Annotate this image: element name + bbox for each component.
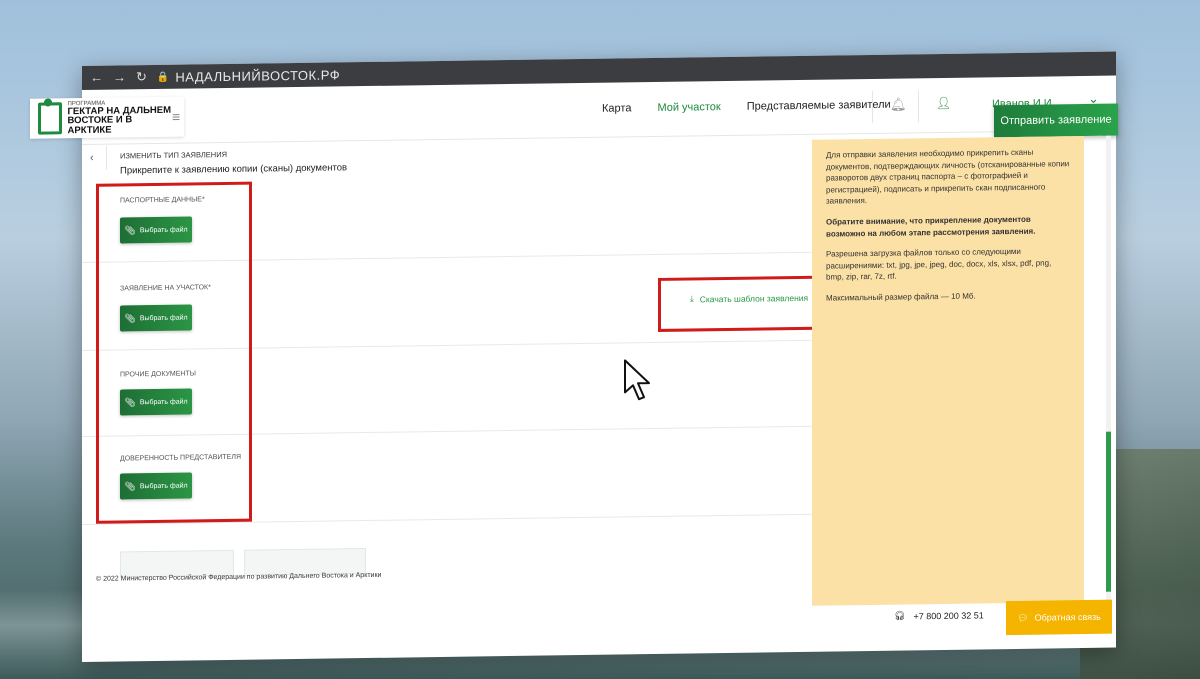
info-allowed-extensions: Разрешена загрузка файлов только со след…: [826, 247, 1052, 282]
support-phone[interactable]: 🎧︎ +7 800 200 32 51: [894, 609, 984, 621]
user-icon: 👤︎: [936, 95, 952, 111]
highlight-box-sections: [96, 181, 252, 524]
sub-bar-divider: [106, 145, 107, 170]
header-divider: [918, 90, 919, 123]
logo-map-pin-icon: [38, 102, 62, 135]
logo-text: ПРОГРАММА ГЕКТАР НА ДАЛЬНЕМ ВОСТОКЕ И В …: [67, 99, 176, 136]
feedback-label: Обратная связь: [1034, 611, 1101, 623]
back-chevron-icon[interactable]: ‹: [90, 152, 94, 164]
bell-icon[interactable]: 🔔︎: [890, 96, 907, 112]
browser-nav: ← → ↻: [90, 69, 147, 86]
menu-icon[interactable]: ≡: [172, 109, 180, 125]
info-notice: Обратите внимание, что прикрепление доку…: [826, 214, 1036, 239]
chat-icon: 💬︎: [1017, 612, 1029, 623]
site-logo[interactable]: ПРОГРАММА ГЕКТАР НА ДАЛЬНЕМ ВОСТОКЕ И В …: [30, 96, 184, 139]
back-arrow-icon[interactable]: ←: [90, 70, 103, 86]
mouse-cursor-icon: [624, 359, 650, 401]
info-panel: Для отправки заявления необходимо прикре…: [812, 136, 1084, 606]
attach-heading: Прикрепите к заявлению копии (сканы) док…: [120, 162, 348, 177]
nav-map[interactable]: Карта: [602, 102, 631, 114]
main-nav: Карта Мой участок Представляемые заявите…: [602, 99, 891, 115]
header-divider: [872, 90, 873, 123]
forward-arrow-icon[interactable]: →: [113, 69, 126, 85]
info-paragraph: Для отправки заявления необходимо прикре…: [826, 147, 1070, 206]
reload-icon[interactable]: ↻: [136, 69, 147, 85]
url-text[interactable]: НАДАЛЬНИЙВОСТОК.РФ: [175, 67, 340, 84]
feedback-button[interactable]: 💬︎ Обратная связь: [1006, 599, 1112, 636]
logo-line-2: ВОСТОКЕ И В АРКТИКЕ: [67, 114, 133, 136]
download-icon: ⤓: [690, 293, 694, 304]
download-template-link[interactable]: ⤓ Скачать шаблон заявления: [690, 292, 808, 305]
info-max-size: Максимальный размер файла — 10 Мб.: [826, 291, 976, 303]
download-template-label: Скачать шаблон заявления: [699, 292, 809, 304]
change-type-link[interactable]: ИЗМЕНИТЬ ТИП ЗАЯВЛЕНИЯ: [120, 150, 227, 160]
nav-represented[interactable]: Представляемые заявители: [747, 99, 891, 113]
headset-icon: 🎧︎: [894, 610, 906, 621]
lock-icon: 🔒: [156, 71, 170, 83]
nav-my-plot[interactable]: Мой участок: [657, 101, 720, 114]
phone-number: +7 800 200 32 51: [913, 609, 984, 621]
browser-window: ← → ↻ 🔒 НАДАЛЬНИЙВОСТОК.РФ ПРОГРАММА ГЕК…: [30, 51, 1118, 662]
scrollbar-thumb[interactable]: [1106, 431, 1111, 592]
